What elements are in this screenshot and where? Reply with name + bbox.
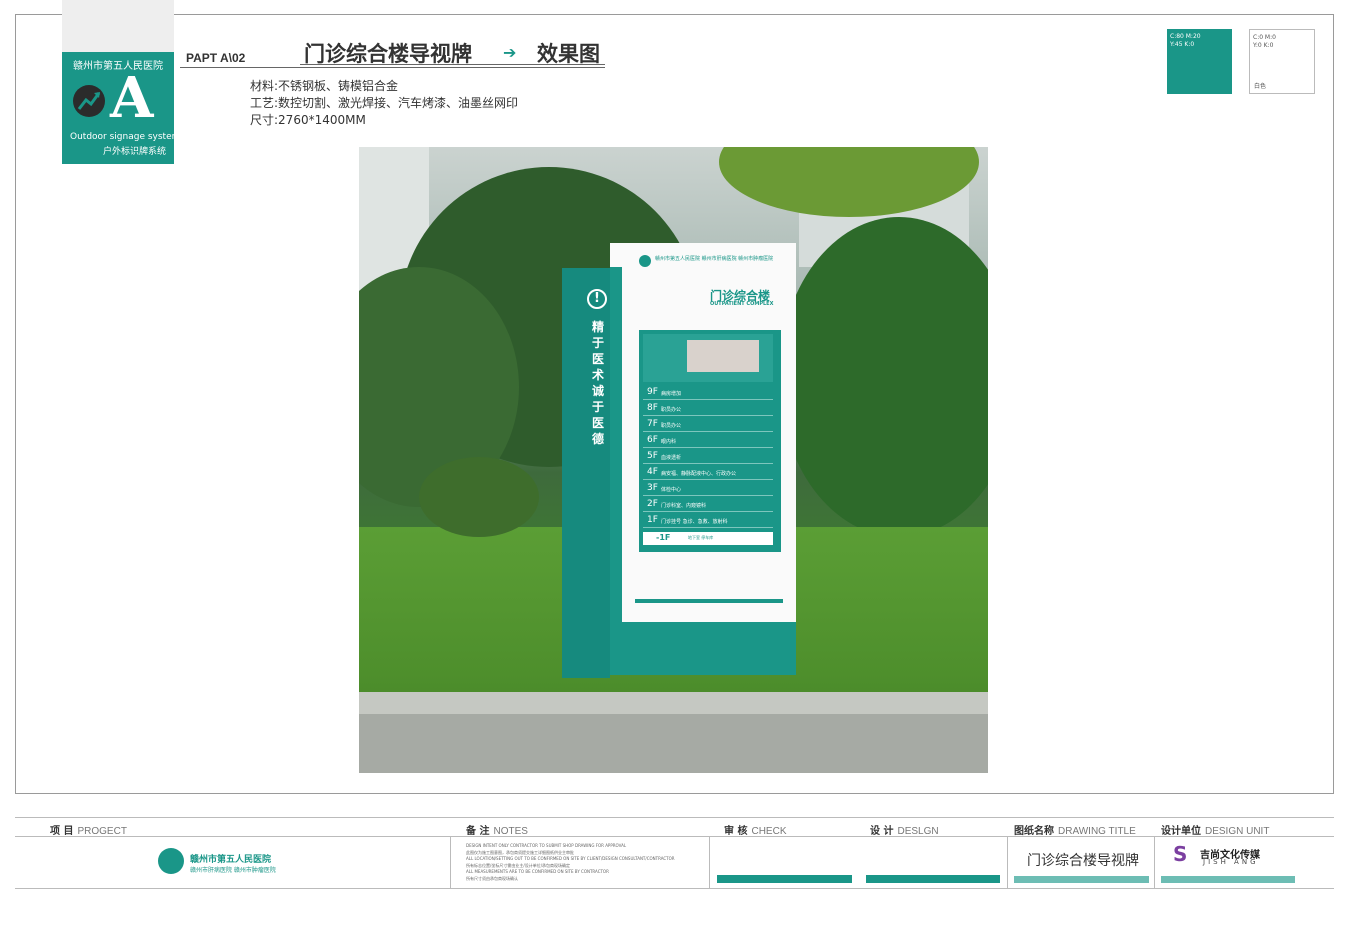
floor-row: 2F 门诊科室、内窥镜科: [643, 497, 773, 512]
sidewalk: [359, 714, 988, 773]
hospital-logo-icon: [639, 255, 651, 267]
floor-description: 病房增加: [661, 391, 682, 397]
floor-description: 地下室 停车库: [688, 535, 714, 540]
header-rule: [180, 67, 605, 68]
unit-bar: [1161, 876, 1295, 883]
floor-row: 9F 病房增加: [643, 385, 773, 400]
floor-row: 8F 职员办公: [643, 401, 773, 416]
footer-project-header: 项 目 PROGECT: [50, 826, 127, 837]
floor-row: 1F 门诊挂号 急诊、急救、放射科: [643, 513, 773, 528]
sign-accent-bar: [635, 599, 783, 603]
site-map-building: [687, 340, 759, 372]
floor-number: 7F: [647, 419, 658, 429]
floor-description: 眼内科: [661, 439, 677, 445]
page-code: PAPT A\02: [186, 51, 246, 65]
spec-material: 材料:不锈钢板、铸模铝合金: [250, 79, 399, 93]
logo-system-cn: 户外标识牌系统: [102, 147, 166, 157]
floor-description: 职员办公: [661, 407, 682, 413]
floor-number: 2F: [647, 499, 658, 509]
sign-base: [610, 622, 796, 675]
shrub: [419, 457, 539, 537]
footer-rule: [15, 817, 1334, 818]
floor-number: 1F: [647, 515, 658, 525]
footer-divider: [709, 836, 710, 888]
floor-row: 7F 职员办公: [643, 417, 773, 432]
floor-row: 6F 眼内科: [643, 433, 773, 448]
floor-description: 血液透析: [661, 455, 682, 461]
floor-row: 3F 体检中心: [643, 481, 773, 496]
color-swatch-teal: C:80 M:20 Y:45 K:0: [1167, 29, 1232, 94]
footer-notes-header: 备 注 NOTES: [466, 826, 528, 837]
footer-divider: [1007, 836, 1008, 888]
logo-letter: A: [110, 65, 154, 131]
floor-description: 病安福、静脉配液中心、行政办公: [661, 471, 737, 477]
floor-number: 5F: [647, 451, 658, 461]
design-bar: [866, 875, 1000, 883]
hospital-logo-icon: [158, 848, 184, 874]
trend-arrow-icon: [73, 85, 105, 117]
sign-hospital-name: 赣州市第五人民医院 赣州市肝病医院 赣州市肿瘤医院: [655, 256, 774, 262]
basement-row: -1F 地下室 停车库: [643, 532, 773, 545]
floor-number: 4F: [647, 467, 658, 477]
footer-hospital-sub: 赣州市肝病医院 赣州市肿瘤医院: [190, 867, 276, 874]
footer-drawing-title: 门诊综合楼导视牌: [1027, 853, 1139, 869]
spec-size: 尺寸:2760*1400MM: [250, 113, 366, 127]
arrow-right-icon: ➔: [503, 43, 517, 62]
curb: [359, 692, 988, 714]
note-line: ALL LOCATION/SETTING OUT TO BE CONFIRMED…: [466, 856, 675, 861]
footer-notes: DESIGN INTENT ONLY CONTRACTOR TO SUBMIT …: [466, 843, 706, 882]
floor-number: -1F: [656, 533, 671, 542]
exclamation-icon: !: [587, 289, 607, 309]
spec-process: 工艺:数控切割、激光焊接、汽车烤漆、油墨丝网印: [250, 96, 519, 110]
sign-front-accent: [610, 267, 622, 627]
drawing-sheet: 赣州市第五人民医院 A Outdoor signage system 户外标识牌…: [0, 0, 1345, 939]
site-map: [643, 334, 773, 382]
footer-design-header: 设 计 DESLGN: [870, 826, 939, 837]
rendering-image: ! 精于医术 诚于医德 赣州市第五人民医院 赣州市肝病医院 赣州市肿瘤医院 门诊…: [359, 147, 988, 773]
footer-divider: [1154, 836, 1155, 888]
footer-rule: [15, 836, 1334, 837]
floor-number: 3F: [647, 483, 658, 493]
footer-rule: [15, 888, 1334, 889]
footer-check-header: 审 核 CHECK: [724, 826, 787, 837]
floor-row: 4F 病安福、静脉配液中心、行政办公: [643, 465, 773, 480]
floor-description: 职员办公: [661, 423, 682, 429]
sign-title-en: OUTPATIENT COMPLEX: [710, 301, 774, 307]
color-swatch-white: C:0 M:0 Y:0 K:0 白色: [1249, 29, 1315, 94]
footer-drawing-header: 图纸名称 DRAWING TITLE: [1014, 826, 1136, 837]
header-rule-upper: [300, 64, 605, 65]
floor-directory: 9F 病房增加 8F 职员办公 7F 职员办公 6F 眼内科 5F 血液透析 4F 病安福、…: [639, 330, 781, 552]
swatch-teal-cmyk-2: Y:45 K:0: [1170, 41, 1195, 48]
design-unit-logo-icon: S: [1173, 842, 1188, 866]
design-unit-name-en: JISH ANG: [1203, 858, 1259, 866]
floor-row: 5F 血液透析: [643, 449, 773, 464]
logo-block: 赣州市第五人民医院 A Outdoor signage system 户外标识牌…: [62, 0, 180, 164]
check-bar: [717, 875, 852, 883]
floor-number: 8F: [647, 403, 658, 413]
floor-description: 门诊挂号 急诊、急救、放射科: [661, 519, 728, 525]
swatch-teal-cmyk-1: C:80 M:20: [1170, 33, 1201, 40]
sign-motto: 精于医术 诚于医德: [591, 320, 616, 446]
note-line: 所有尺寸须由承包商现场确认: [466, 875, 518, 881]
floor-number: 9F: [647, 387, 658, 397]
drawing-bar: [1014, 876, 1149, 883]
floor-description: 体检中心: [661, 487, 682, 493]
swatch-white-cmyk-2: Y:0 K:0: [1253, 42, 1274, 49]
footer-unit-header: 设计单位 DESIGN UNIT: [1161, 826, 1270, 837]
footer-hospital-name: 赣州市第五人民医院: [190, 855, 272, 865]
footer-divider: [450, 836, 451, 888]
floor-number: 6F: [647, 435, 658, 445]
logo-system-en: Outdoor signage system: [70, 132, 181, 142]
floor-description: 门诊科室、内窥镜科: [661, 503, 707, 509]
logo-panel: 赣州市第五人民医院 A Outdoor signage system 户外标识牌…: [62, 52, 180, 164]
swatch-white-label: 白色: [1254, 83, 1267, 90]
swatch-white-cmyk-1: C:0 M:0: [1253, 34, 1276, 41]
